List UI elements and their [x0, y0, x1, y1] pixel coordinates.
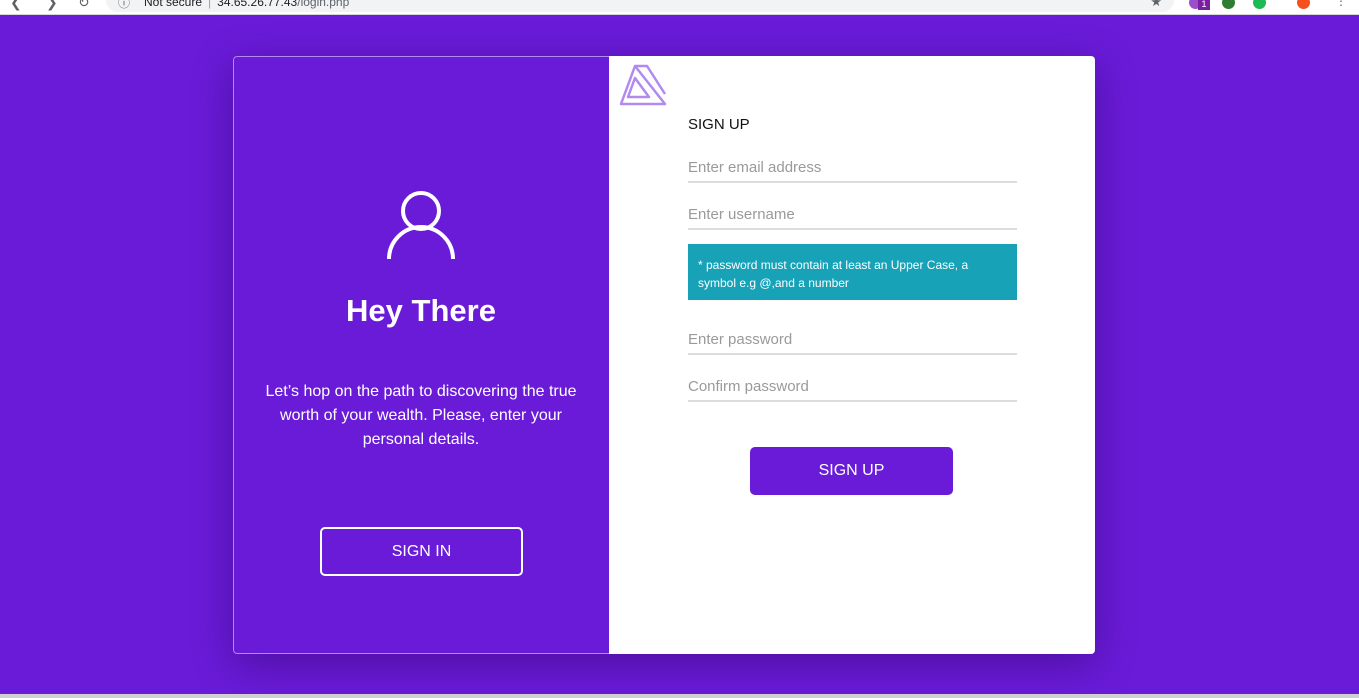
url-host: 34.65.26.77.43 — [217, 0, 298, 9]
bookmark-star-icon[interactable]: ★ — [1150, 0, 1162, 10]
browser-toolbar: ❮ ❯ ↻ ⓘ Not secure | 34.65.26.77.43/login.… — [0, 0, 1359, 15]
extension-badge: 1 — [1198, 0, 1210, 10]
menu-icon[interactable]: ⋮ — [1335, 0, 1347, 8]
email-field-wrapper — [688, 153, 1017, 183]
logo-icon — [619, 64, 667, 106]
user-icon — [387, 191, 455, 260]
address-bar[interactable]: ⓘ Not secure | 34.65.26.77.43/login.php ★ — [106, 0, 1174, 12]
password-field-wrapper — [688, 325, 1017, 355]
extension-icon[interactable] — [1253, 0, 1266, 9]
security-label: Not secure — [144, 0, 203, 9]
back-icon[interactable]: ❮ — [10, 0, 22, 11]
extension-icon[interactable] — [1222, 0, 1235, 9]
window-bottom-edge — [0, 694, 1359, 698]
reload-icon[interactable]: ↻ — [78, 0, 90, 11]
url-path: /login.php — [297, 0, 350, 9]
auth-card: Hey There Let’s hop on the path to disco… — [233, 56, 1095, 654]
form-title: SIGN UP — [688, 116, 750, 133]
sign-in-button[interactable]: SIGN IN — [320, 527, 523, 576]
password-field[interactable] — [688, 325, 1017, 353]
confirm-password-field-wrapper — [688, 372, 1017, 402]
username-field[interactable] — [688, 200, 1017, 228]
username-field-wrapper — [688, 200, 1017, 230]
signup-panel: SIGN UP * password must contain at least… — [609, 56, 1095, 654]
confirm-password-field[interactable] — [688, 372, 1017, 400]
info-icon[interactable]: ⓘ — [118, 0, 130, 11]
greeting-heading: Hey There — [346, 293, 496, 328]
sign-up-button[interactable]: SIGN UP — [750, 447, 953, 495]
welcome-panel: Hey There Let’s hop on the path to disco… — [233, 56, 609, 654]
welcome-description: Let’s hop on the path to discovering the… — [265, 383, 577, 448]
password-requirements-note: * password must contain at least an Uppe… — [688, 244, 1017, 300]
forward-icon[interactable]: ❯ — [46, 0, 58, 11]
profile-avatar[interactable] — [1297, 0, 1310, 9]
email-field[interactable] — [688, 153, 1017, 181]
url-text: Not secure | 34.65.26.77.43/login.php — [144, 0, 349, 9]
